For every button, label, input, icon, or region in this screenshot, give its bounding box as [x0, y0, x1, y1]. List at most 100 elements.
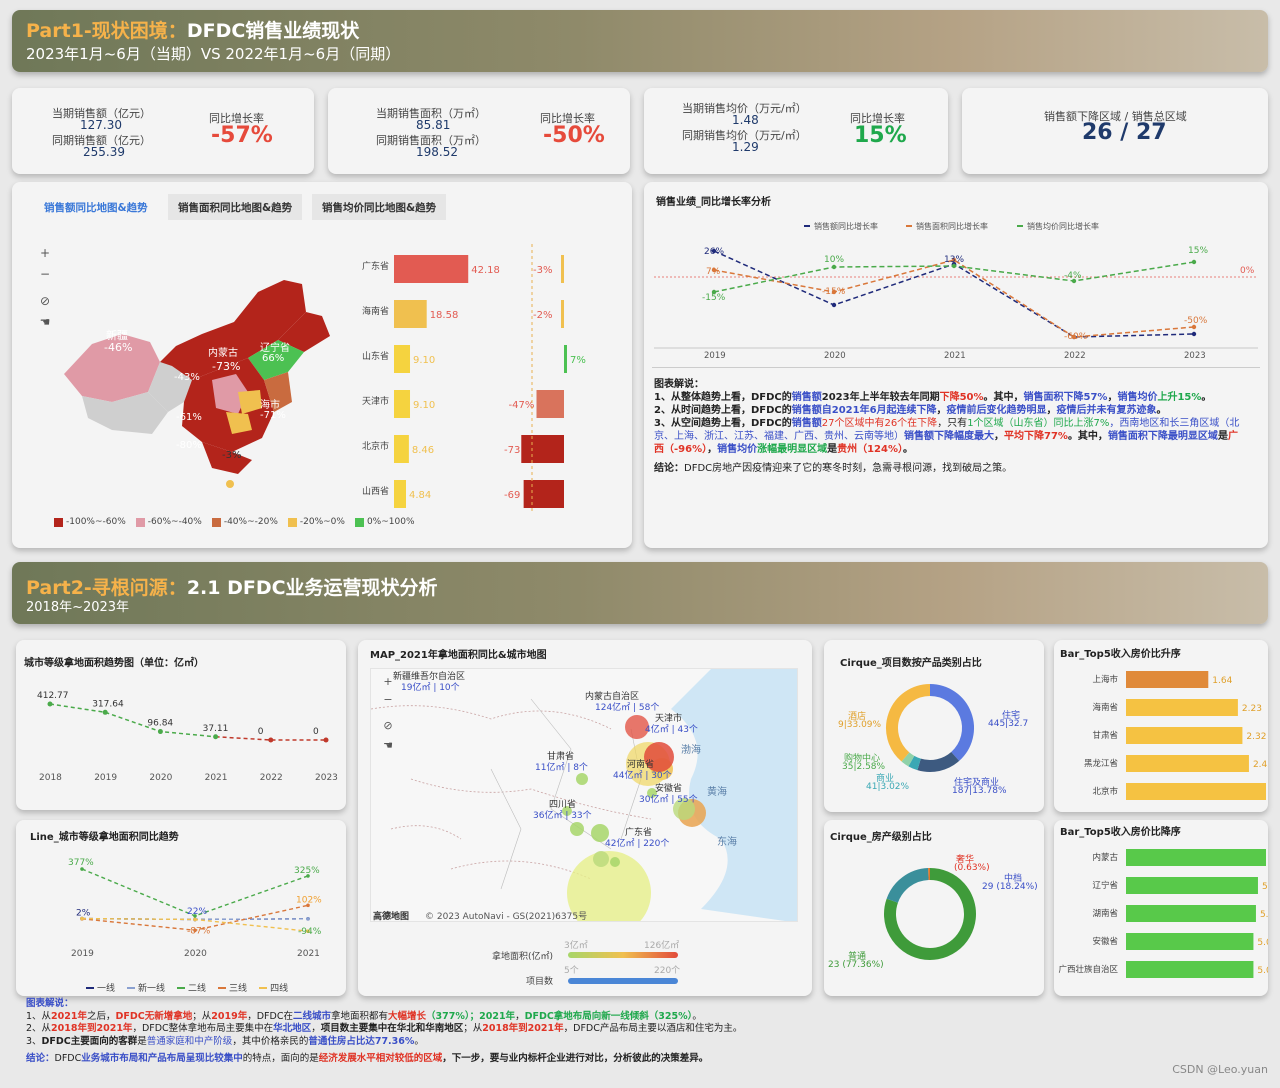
tab-sales-map[interactable]: 销售额同比地图&趋势 — [34, 194, 158, 220]
yoy-legend-swatch — [218, 986, 227, 989]
province-bar — [394, 255, 469, 283]
lm-label-xj-v: 19亿㎡ | 10个 — [401, 683, 460, 693]
top5-value: 2.23 — [1242, 704, 1262, 714]
trend-card: 销售业绩_同比增长率分析 销售额同比增长率 销售面积同比增长率 销售均价同比增长率 2… — [644, 182, 1268, 548]
top5-bar — [1126, 933, 1254, 950]
land-yoy-title: Line_城市等级拿地面积同比趋势 — [30, 832, 179, 843]
land-point-label: 37.11 — [203, 724, 229, 734]
province-yoy-label: 7% — [570, 355, 586, 366]
yoy-legend-item[interactable]: 四线 — [259, 981, 288, 994]
donut-segment — [901, 752, 915, 767]
top5-desc-chart: 内蒙古57辽宁省5.25湖南省5.17安徽省5.07广西壮族自治区5.07 — [1058, 849, 1268, 978]
legend-count-slider[interactable] — [568, 978, 678, 984]
tab-price-map[interactable]: 销售均价同比地图&趋势 — [312, 194, 447, 220]
province-bar-label: 9.10 — [413, 355, 435, 366]
donut-segment — [886, 684, 931, 762]
land-point — [268, 737, 274, 743]
region-hainan[interactable] — [226, 480, 234, 488]
top5-value: 2.32 — [1246, 732, 1266, 742]
top5-category: 海南省 — [1092, 702, 1118, 713]
top5-category: 黑龙江省 — [1084, 758, 1119, 769]
lm-label-hh: 黄海 — [707, 787, 727, 798]
c2-label-sh-v: (0.63%) — [954, 863, 990, 873]
cirque1-title: Cirque_项目数按产品类别占比 — [840, 658, 982, 669]
yoy-legend-item[interactable]: 新一线 — [127, 981, 165, 994]
top5-bar — [1126, 961, 1254, 978]
part1-subtitle: 2023年1月~6月（当期）VS 2022年1月~6月（同期） — [26, 45, 401, 63]
yoy-point-label: 377% — [68, 858, 94, 868]
land-map-title: MAP_2021年拿地面积同比&城市地图 — [370, 650, 547, 661]
legend-area-gradient[interactable] — [568, 952, 678, 958]
province-bar-label: 8.46 — [412, 445, 434, 456]
trend-x-tick: 2021 — [944, 351, 966, 361]
map-legend-item[interactable]: 0%~100% — [354, 515, 415, 529]
top5-bar — [1126, 727, 1243, 744]
yoy-x-tick: 2020 — [184, 949, 207, 959]
legend-text: -100%~-60% — [66, 517, 126, 527]
trend-x-tick: 2020 — [824, 351, 846, 361]
land-point — [102, 709, 108, 715]
map-label-43: -43% — [174, 372, 200, 383]
cirque1-card: Cirque_项目数按产品类别占比 住宅 445|32.7 住宅及商业 187|… — [824, 640, 1044, 812]
c1-label-jd-v: 9|33.09% — [838, 720, 882, 730]
map-legend-item[interactable]: -100%~-60% — [54, 515, 126, 529]
land-x-tick: 2023 — [315, 773, 338, 783]
land-area-title: 城市等级拿地面积趋势图（单位：亿㎡） — [24, 658, 204, 669]
map-label-80: -80% — [176, 440, 202, 451]
land-area-card: 城市等级拿地面积趋势图（单位：亿㎡） 412.77 2018 317.64 2019 9… — [16, 640, 346, 810]
map-legend-item[interactable]: -40%~-20% — [211, 515, 278, 529]
legend-swatch — [287, 517, 297, 527]
top5-value: 1.64 — [1212, 676, 1232, 686]
land-point-label: 412.77 — [37, 691, 69, 701]
yoy-legend-swatch — [86, 986, 94, 989]
legend-swatch — [354, 517, 364, 527]
land-pan-icon[interactable]: ☚ — [379, 737, 397, 755]
land-map-canvas[interactable]: + − ⊘ ☚ 新疆维吾尔自治区 19亿㎡ | 10个 内蒙古自治区 124亿㎡… — [370, 668, 798, 922]
province-bar — [394, 390, 411, 418]
area-cur-value: 85.81 — [416, 118, 451, 132]
trend-point — [831, 264, 837, 270]
c1-label-zz-v: 445|32.7 — [988, 719, 1029, 729]
legend-text: 0%~100% — [366, 517, 415, 527]
legend-text: -40%~-20% — [223, 517, 278, 527]
tab-area-map[interactable]: 销售面积同比地图&趋势 — [168, 194, 303, 220]
trend-point-label: 15% — [1188, 246, 1208, 256]
map-label-71: -71% — [260, 410, 286, 421]
top5-asc-card: Bar_Top5收入房价比升序 上海市 1.64 海南省 2.23 甘肃省 2.32 黑龙江… — [1054, 640, 1268, 812]
province-yoy-bar — [561, 255, 564, 283]
trend-legend-label: 销售面积同比增长率 — [916, 221, 988, 231]
land-compass-icon[interactable]: ⊘ — [379, 717, 397, 735]
trend-point-label: -15% — [702, 293, 726, 303]
map-label-3: -3% — [222, 450, 242, 461]
donut-segment — [917, 751, 960, 772]
land-yoy-chart: 2019 2020 2021 377% 2% 22% -87% 325% 102% -94% — [68, 858, 322, 959]
land-zoom-out-icon[interactable]: − — [379, 691, 397, 709]
map-label-66: 66% — [262, 353, 285, 364]
map-legend-item[interactable]: -20%~0% — [287, 515, 345, 529]
price-prev-value: 1.29 — [732, 140, 759, 154]
sales-prev-value: 255.39 — [83, 145, 125, 159]
land-yoy-legend: 一线 新一线 二线 三线 四线 — [86, 981, 288, 994]
yoy-legend-item[interactable]: 三线 — [218, 981, 247, 994]
land-x-tick: 2018 — [39, 773, 62, 783]
yoy-legend-item[interactable]: 二线 — [177, 981, 206, 994]
map-legend-item[interactable]: -60%~-40% — [135, 515, 202, 529]
lm-label-ah-v: 30亿㎡ | 55个 — [639, 795, 698, 805]
c1-label-sy-v: 41|3.02% — [866, 782, 910, 792]
watermark: CSDN @Leo.yuan — [1172, 1063, 1268, 1076]
legend-text: -20%~0% — [299, 517, 345, 527]
yoy-legend-text: 三线 — [229, 984, 248, 994]
province-name: 天津市 — [362, 395, 389, 407]
yoy-legend-text: 四线 — [270, 984, 289, 994]
yoy-legend-swatch — [177, 986, 186, 989]
yoy-point — [193, 917, 197, 922]
map-label-neimeng: 内蒙古 — [208, 348, 238, 359]
yoy-legend-item[interactable]: 一线 — [86, 981, 115, 994]
amap-copyright: © 2023 AutoNavi - GS(2021)6375号 — [425, 912, 588, 922]
zoom-in-icon[interactable]: + — [36, 244, 54, 262]
cirque2-donut — [884, 868, 976, 960]
trend-x-tick: 2022 — [1064, 351, 1086, 361]
sales-yoy-value: -57% — [211, 123, 273, 148]
province-yoy-label: -47% — [509, 400, 535, 411]
yoy-legend-swatch — [127, 986, 136, 989]
